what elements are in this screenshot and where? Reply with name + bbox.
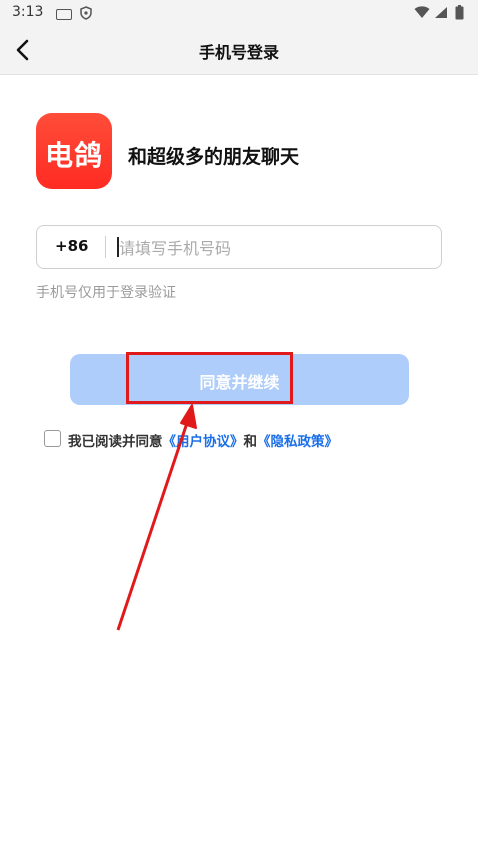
arrow-up-icon: [116, 404, 197, 631]
